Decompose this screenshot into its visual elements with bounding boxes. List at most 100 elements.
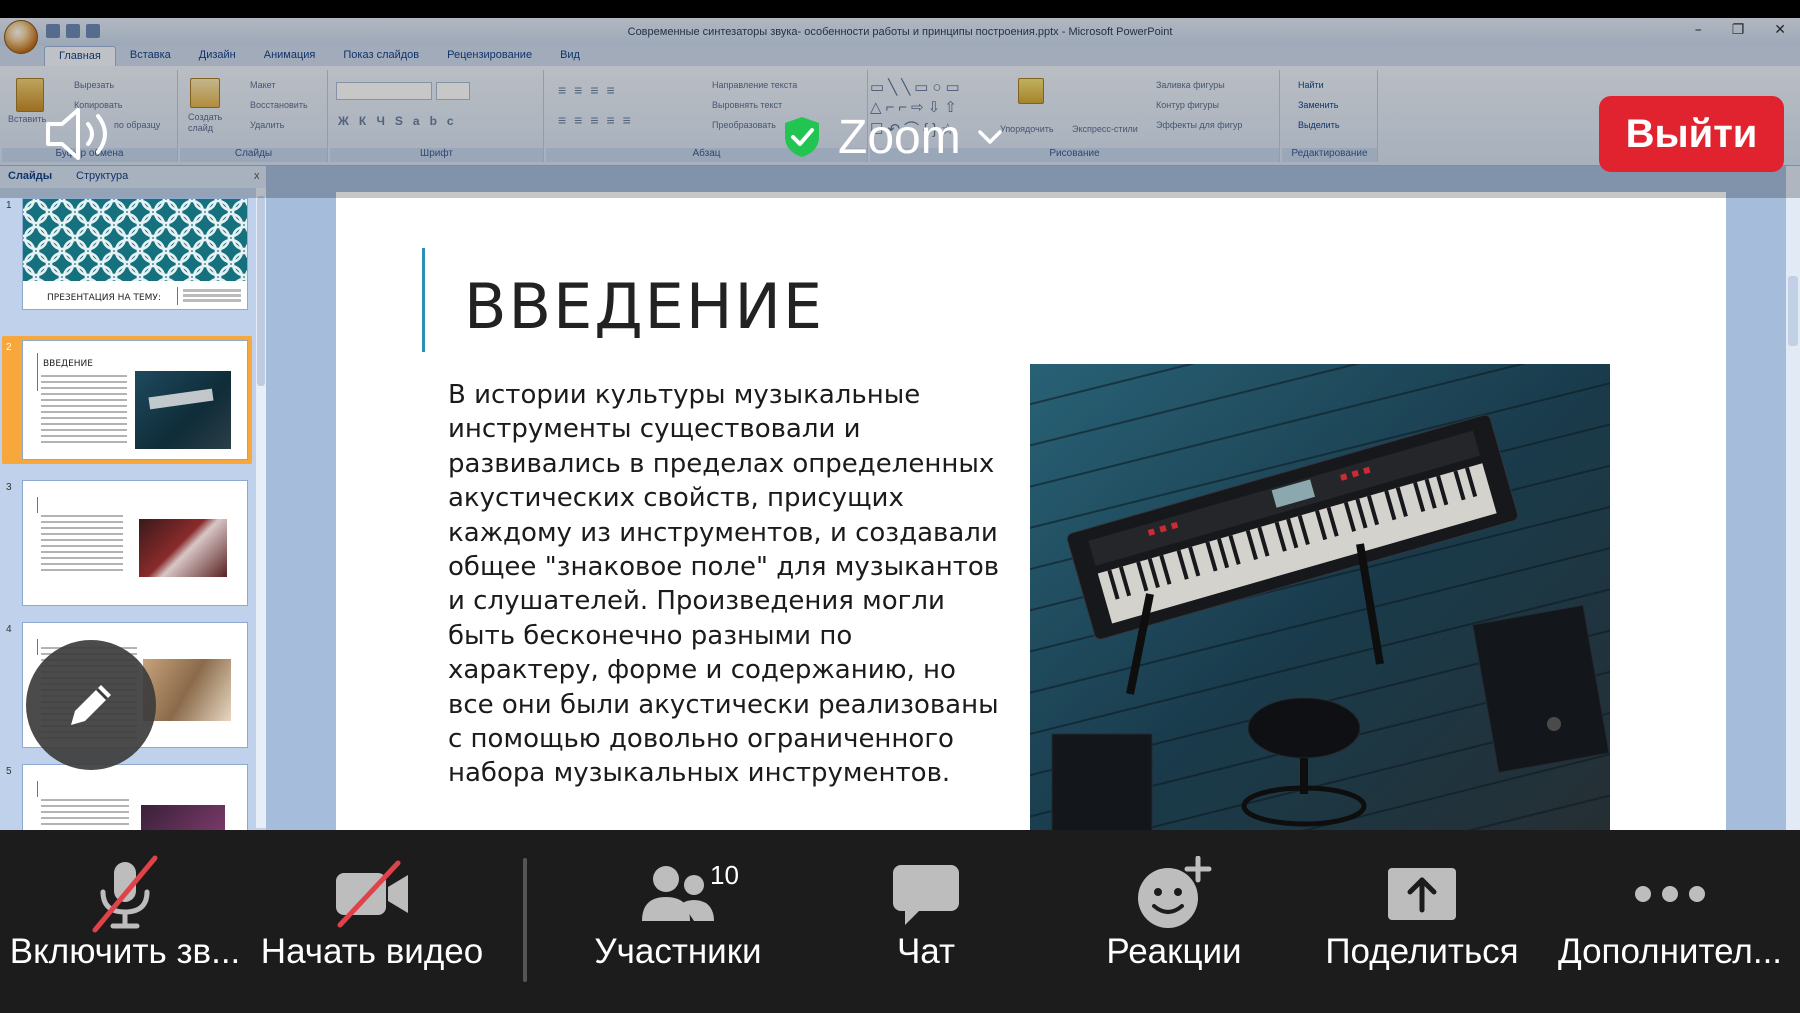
thumbnail-title: ВВЕДЕНИЕ [43, 359, 93, 369]
pane-scrollbar[interactable] [256, 188, 266, 828]
redo-icon[interactable] [86, 24, 100, 38]
slide-thumbnail-3[interactable] [22, 480, 248, 606]
toolbar-chat-label: Чат [896, 932, 956, 971]
paste-icon[interactable] [16, 78, 44, 112]
thumbnail-photo [143, 659, 231, 721]
window-controls: – ❐ ✕ [1695, 22, 1786, 38]
layout-button[interactable]: Макет [250, 80, 275, 90]
reset-button[interactable]: Восстановить [250, 100, 308, 110]
video-off-icon [336, 860, 408, 928]
quick-access-toolbar[interactable] [46, 24, 100, 38]
quick-styles-button[interactable]: Экспресс-стили [1072, 124, 1138, 134]
minimize-icon[interactable]: – [1695, 22, 1702, 38]
speaker-icon[interactable] [44, 106, 116, 162]
shape-effects-button[interactable]: Эффекты для фигур [1156, 120, 1242, 130]
font-group-label: Шрифт [330, 148, 543, 162]
toolbar-video-label: Начать видео [260, 932, 484, 971]
new-slide-icon[interactable] [190, 78, 220, 108]
thumbnail-accent-line [37, 353, 38, 391]
thumbnail-number: 4 [6, 624, 12, 635]
format-painter-button[interactable]: по образцу [114, 120, 160, 130]
thumbnail-accent-line [37, 639, 38, 655]
slides-group-label: Слайды [180, 148, 327, 162]
thumbnail-number: 1 [6, 200, 12, 211]
slide-title[interactable]: ВВЕДЕНИЕ [464, 270, 824, 343]
undo-icon[interactable] [66, 24, 80, 38]
zoom-screen-share: Современные синтезаторы звука- особеннос… [0, 0, 1800, 1013]
tab-home[interactable]: Главная [44, 46, 116, 66]
restore-icon[interactable]: ❐ [1732, 22, 1745, 38]
align-text-button[interactable]: Выровнять текст [712, 100, 782, 110]
slide-thumbnail-1[interactable]: ПРЕЗЕНТАЦИЯ НА ТЕМУ: [22, 198, 248, 310]
thumbnail-number: 5 [6, 766, 12, 777]
tab-animation[interactable]: Анимация [250, 46, 330, 66]
shapes-gallery[interactable]: ▭╲╲▭○▭ [870, 78, 964, 96]
close-icon[interactable]: ✕ [1774, 22, 1786, 38]
zoom-brand-label: Zoom [838, 110, 961, 164]
tab-slides[interactable]: Слайды [8, 170, 52, 182]
editing-group-label: Редактирование [1282, 148, 1377, 162]
text-direction-button[interactable]: Направление текста [712, 80, 797, 90]
thumbnail-number: 2 [6, 342, 12, 353]
toolbar-reactions-label: Реакции [1106, 932, 1242, 971]
toolbar-reactions-button[interactable]: Реакции [1052, 830, 1296, 1013]
new-slide-button[interactable]: Создать слайд [188, 112, 232, 134]
shape-fill-button[interactable]: Заливка фигуры [1156, 80, 1225, 90]
tab-outline[interactable]: Структура [76, 170, 128, 182]
thumbnail-divider [177, 287, 178, 305]
zoom-meeting-info[interactable]: Zoom [782, 104, 1003, 170]
leave-meeting-button[interactable]: Выйти [1599, 96, 1784, 172]
save-icon[interactable] [46, 24, 60, 38]
toolbar-more-button[interactable]: Дополнител... [1548, 830, 1792, 1013]
arrange-button[interactable]: Упорядочить [1000, 124, 1054, 134]
find-button[interactable]: Найти [1298, 80, 1324, 90]
slide-scrollbar[interactable] [1786, 166, 1800, 830]
font-format-buttons[interactable]: ЖКЧSabc [338, 114, 464, 128]
list-buttons[interactable]: ≡≡≡≡ [558, 82, 623, 98]
pencil-icon [71, 685, 111, 725]
current-slide[interactable]: ВВЕДЕНИЕ В истории культуры музыкальные … [336, 192, 1726, 830]
cut-button[interactable]: Вырезать [74, 80, 114, 90]
window-title: Современные синтезаторы звука- особеннос… [627, 26, 1173, 38]
shape-outline-button[interactable]: Контур фигуры [1156, 100, 1219, 110]
thumbnail-title: ПРЕЗЕНТАЦИЯ НА ТЕМУ: [47, 293, 161, 303]
pattern-image [23, 199, 247, 281]
tab-view[interactable]: Вид [546, 46, 594, 66]
toolbar-share-button[interactable]: Поделиться [1300, 830, 1544, 1013]
arrange-icon[interactable] [1018, 78, 1044, 104]
toolbar-chat-button[interactable]: Чат [804, 830, 1048, 1013]
synthesizer-photo [1030, 364, 1610, 830]
slide-thumbnail-5[interactable] [22, 764, 248, 834]
thumbnail-photo [139, 519, 227, 577]
font-name-select[interactable] [336, 82, 432, 100]
share-icon [1388, 868, 1456, 920]
slide-thumbnail-2[interactable]: ВВЕДЕНИЕ [22, 340, 248, 460]
toolbar-video-button[interactable]: Начать видео [250, 830, 494, 1013]
slide-edit-area: ВВЕДЕНИЕ В истории культуры музыкальные … [266, 166, 1786, 830]
participants-count: 10 [710, 860, 739, 890]
pane-close-icon[interactable]: x [254, 170, 260, 182]
chevron-down-icon [977, 130, 1002, 144]
slide-body-text[interactable]: В истории культуры музыкальные инструмен… [448, 378, 1008, 791]
title-bar: Современные синтезаторы звука- особеннос… [0, 18, 1800, 46]
convert-smartart-button[interactable]: Преобразовать [712, 120, 776, 130]
tab-review[interactable]: Рецензирование [433, 46, 546, 66]
toolbar-participants-button[interactable]: 10 Участники [556, 830, 800, 1013]
toolbar-audio-button[interactable]: Включить зв... [0, 830, 250, 1013]
select-button[interactable]: Выделить [1298, 120, 1340, 130]
toolbar-participants-label: Участники [594, 932, 762, 971]
align-buttons[interactable]: ≡≡≡≡≡ [558, 112, 639, 128]
tab-slideshow[interactable]: Показ слайдов [329, 46, 433, 66]
editing-group: Найти Заменить Выделить Редактирование [1282, 70, 1378, 162]
annotate-button[interactable] [26, 640, 156, 770]
thumbnail-text-lines [41, 375, 127, 447]
replace-button[interactable]: Заменить [1298, 100, 1338, 110]
tab-design[interactable]: Дизайн [185, 46, 250, 66]
thumbnail-photo [141, 805, 225, 833]
delete-slide-button[interactable]: Удалить [250, 120, 284, 130]
font-size-select[interactable] [436, 82, 470, 100]
tab-insert[interactable]: Вставка [116, 46, 185, 66]
office-button[interactable] [4, 20, 38, 54]
reaction-icon [1138, 856, 1212, 928]
paste-button[interactable]: Вставить [8, 114, 46, 124]
